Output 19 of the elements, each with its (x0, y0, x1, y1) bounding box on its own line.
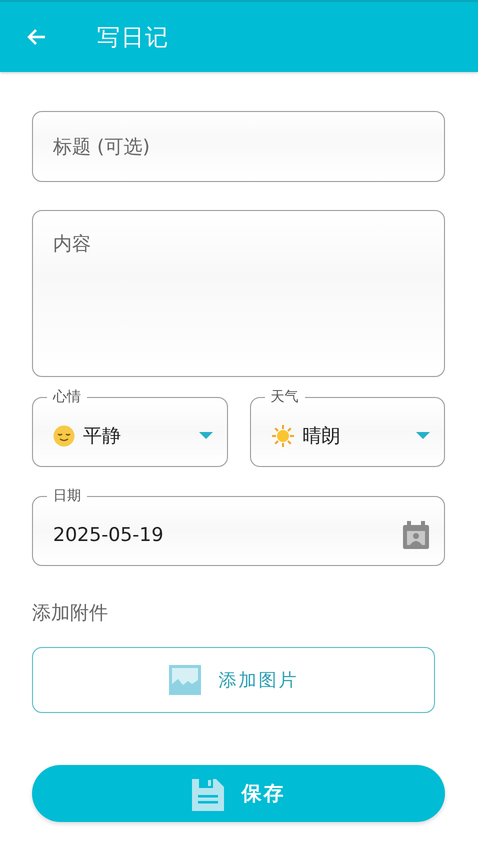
dropdown-arrow-icon (198, 432, 212, 440)
field-label: 天气 (270, 389, 300, 405)
date-value: 2025-05-19 (53, 524, 164, 546)
screen-title: 写日记 (97, 24, 169, 52)
title-field[interactable]: 标题 (可选) (32, 111, 445, 182)
smiling-face-icon (53, 424, 75, 446)
dropdown-arrow-icon (416, 432, 430, 440)
field-label: 心情 (52, 389, 82, 405)
image-icon (168, 665, 200, 695)
select-value: 平静 (83, 424, 122, 448)
section-heading: 添加附件 (32, 601, 109, 626)
content-field[interactable]: 内容 (32, 210, 445, 377)
sun-icon (270, 424, 294, 448)
select-value: 晴朗 (302, 424, 342, 448)
date-field[interactable]: 日期 2025-05-19 (32, 488, 445, 566)
mood-select[interactable]: 心情 平静 (32, 389, 228, 467)
calendar-icon[interactable] (402, 520, 430, 550)
field-label: 日期 (52, 488, 82, 504)
weather-select[interactable]: 天气 晴朗 (250, 389, 445, 467)
